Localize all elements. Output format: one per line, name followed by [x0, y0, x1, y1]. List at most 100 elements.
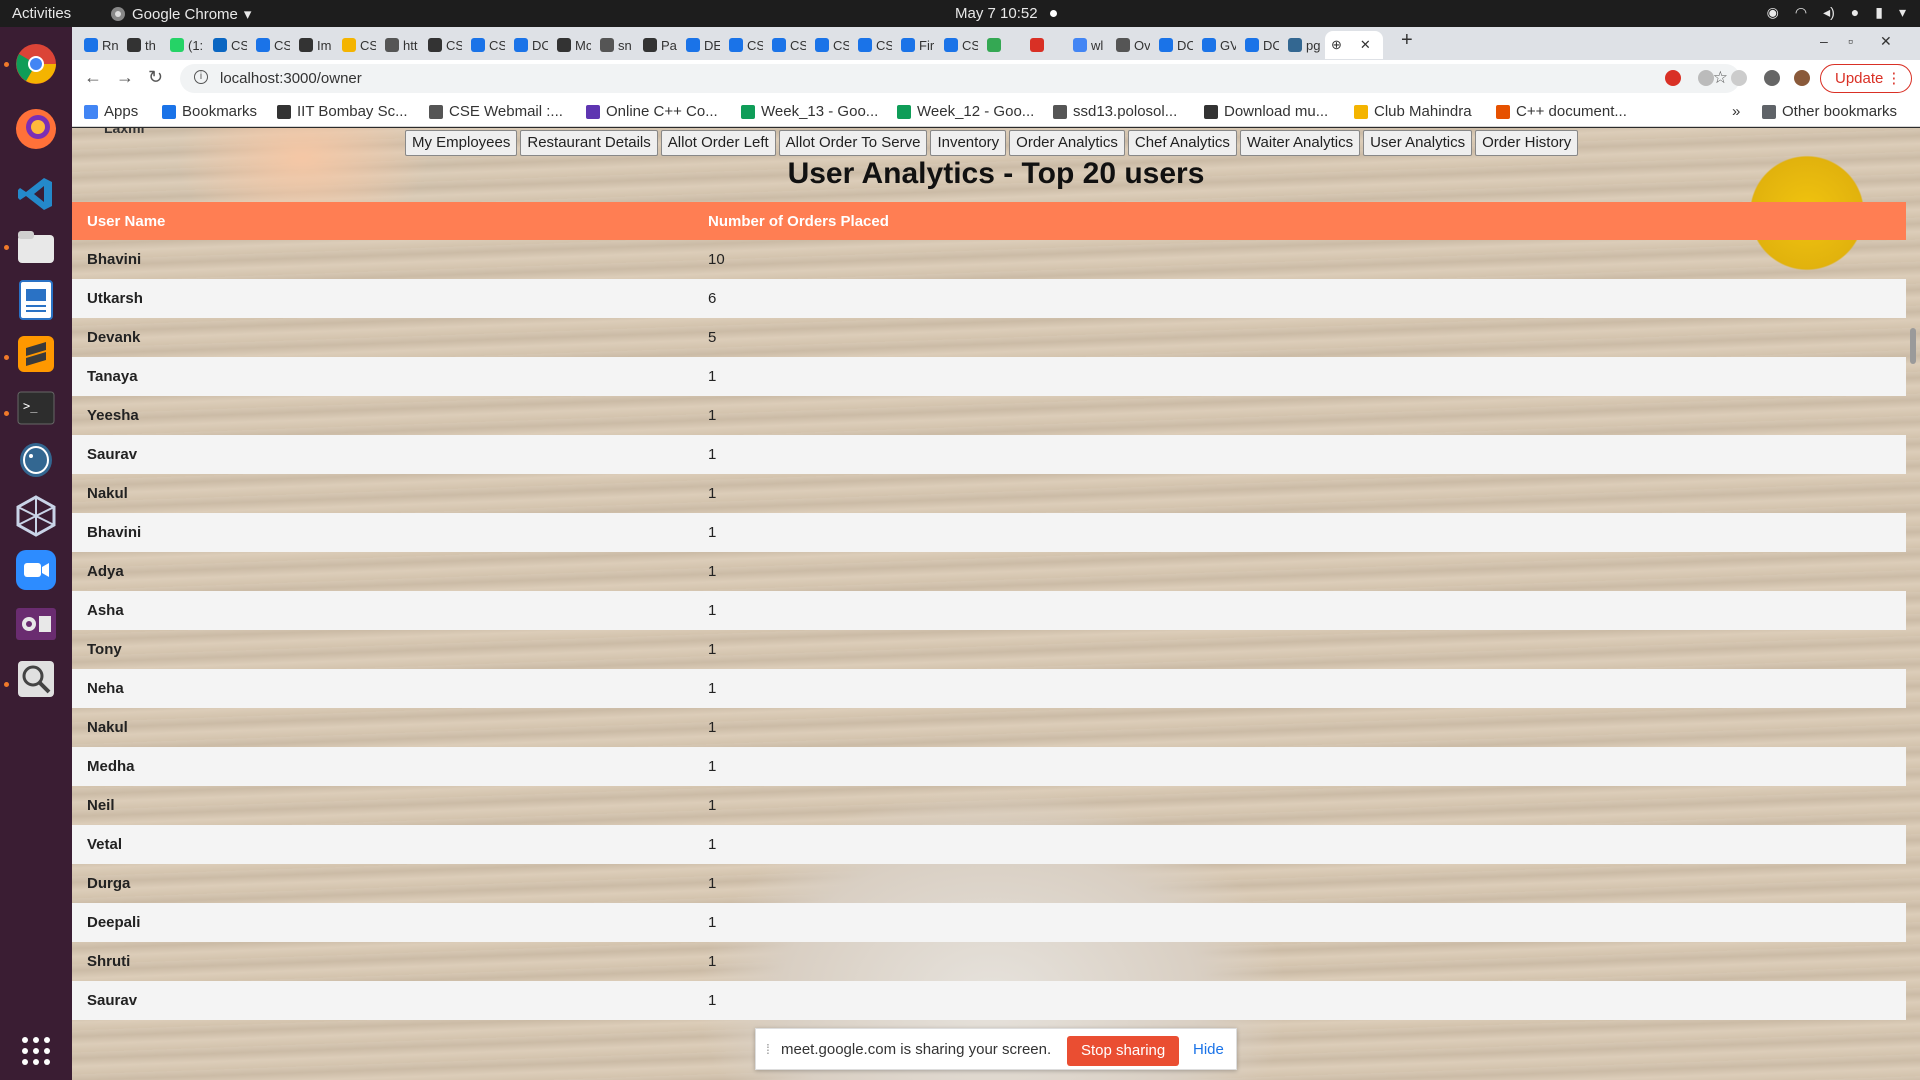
- forward-arrow-icon[interactable]: →: [116, 67, 134, 88]
- browser-tab[interactable]: th: [121, 31, 161, 59]
- reload-icon[interactable]: ↻: [148, 67, 163, 88]
- browser-tab[interactable]: Rn: [78, 31, 118, 59]
- nav-button-user-analytics[interactable]: User Analytics: [1363, 130, 1473, 156]
- bookmark-item[interactable]: Club Mahindra: [1354, 103, 1472, 120]
- browser-tab[interactable]: CS: [336, 31, 376, 59]
- bookmark-item[interactable]: Bookmarks: [162, 103, 257, 120]
- video-icon[interactable]: [12, 600, 60, 648]
- browser-tab[interactable]: CS: [250, 31, 290, 59]
- nav-button-order-analytics[interactable]: Order Analytics: [1009, 130, 1125, 156]
- browser-tab[interactable]: CS: [207, 31, 247, 59]
- postgres-icon[interactable]: [12, 438, 60, 486]
- user-name-cell: Nakul: [87, 485, 128, 502]
- browser-tab[interactable]: CS: [766, 31, 806, 59]
- clock[interactable]: May 7 10:52: [955, 5, 1038, 22]
- browser-tab[interactable]: GV: [1196, 31, 1236, 59]
- nav-button-allot-order-to-serve[interactable]: Allot Order To Serve: [778, 130, 928, 156]
- browser-tab[interactable]: DC: [1153, 31, 1193, 59]
- sublime-icon[interactable]: [12, 330, 60, 378]
- bookmark-item[interactable]: IIT Bombay Sc...: [277, 103, 408, 120]
- activities-button[interactable]: Activities: [12, 5, 71, 22]
- bookmark-item[interactable]: CSE Webmail :...: [429, 103, 563, 120]
- update-button[interactable]: Update ⋮: [1820, 64, 1913, 93]
- profile-avatar[interactable]: [1794, 70, 1810, 86]
- firefox-icon[interactable]: [12, 105, 60, 153]
- tab-label: CS: [446, 37, 462, 53]
- browser-tab[interactable]: CS: [809, 31, 849, 59]
- hide-button[interactable]: Hide: [1193, 1041, 1224, 1058]
- bookmark-item[interactable]: Download mu...: [1204, 103, 1328, 120]
- nav-button-allot-order-left[interactable]: Allot Order Left: [660, 130, 776, 156]
- order-count-cell: 10: [708, 251, 725, 268]
- system-tray[interactable]: ◉ ◠ ◂) ● ▮ ▾: [1767, 4, 1906, 21]
- bookmark-item[interactable]: Week_12 - Goo...: [897, 103, 1034, 120]
- files-icon[interactable]: [12, 223, 60, 271]
- browser-tab[interactable]: CS: [938, 31, 978, 59]
- browser-tab[interactable]: sn: [594, 31, 634, 59]
- browser-tab[interactable]: Im: [293, 31, 333, 59]
- bookmark-star-icon[interactable]: ☆: [1713, 68, 1728, 88]
- browser-tab[interactable]: CS: [723, 31, 763, 59]
- nav-button-order-history[interactable]: Order History: [1475, 130, 1579, 156]
- bookmark-label: IIT Bombay Sc...: [297, 103, 408, 120]
- nav-button-my-employees[interactable]: My Employees: [405, 130, 518, 156]
- nav-button-restaurant-details[interactable]: Restaurant Details: [520, 130, 658, 156]
- bookmark-item[interactable]: ssd13.polosol...: [1053, 103, 1177, 120]
- writer-icon[interactable]: [12, 276, 60, 324]
- browser-tab[interactable]: CS: [465, 31, 505, 59]
- url-text[interactable]: localhost:3000/owner: [220, 70, 362, 87]
- app-menu[interactable]: Google Chrome ▾: [110, 5, 251, 23]
- browser-tab[interactable]: Ov: [1110, 31, 1150, 59]
- show-applications-icon[interactable]: [12, 1027, 60, 1075]
- page-scrollbar[interactable]: [1906, 128, 1920, 1080]
- extension-mail-icon[interactable]: [1731, 70, 1747, 86]
- bookmark-item[interactable]: Apps: [84, 103, 138, 120]
- new-tab-button[interactable]: +: [1401, 29, 1413, 52]
- browser-tab[interactable]: DE: [680, 31, 720, 59]
- terminal-icon[interactable]: >_: [12, 384, 60, 432]
- browser-tab[interactable]: Fir: [895, 31, 935, 59]
- browser-tab[interactable]: DC: [1239, 31, 1279, 59]
- table-row: Neha 1: [72, 669, 1906, 708]
- browser-tab[interactable]: pg: [1282, 31, 1322, 59]
- bookmark-favicon-icon: [84, 104, 98, 119]
- chrome-icon[interactable]: [12, 40, 60, 88]
- stop-sharing-button[interactable]: Stop sharing: [1067, 1036, 1180, 1066]
- browser-tab[interactable]: DC: [508, 31, 548, 59]
- close-tab-icon[interactable]: ✕: [1360, 37, 1371, 53]
- back-arrow-icon[interactable]: ←: [84, 67, 102, 88]
- address-bar[interactable]: i localhost:3000/owner ☆: [180, 64, 1740, 93]
- adblock-icon[interactable]: [1665, 70, 1681, 86]
- search-icon[interactable]: [12, 655, 60, 703]
- nav-button-inventory[interactable]: Inventory: [930, 130, 1007, 156]
- virtualbox-icon[interactable]: [12, 492, 60, 540]
- browser-tab[interactable]: CS: [852, 31, 892, 59]
- minimize-icon[interactable]: –: [1820, 33, 1828, 49]
- scrollbar-thumb[interactable]: [1910, 328, 1916, 364]
- browser-tab[interactable]: [1024, 31, 1064, 59]
- nav-button-waiter-analytics[interactable]: Waiter Analytics: [1239, 130, 1361, 156]
- tab-favicon-icon: [944, 38, 958, 52]
- browser-tab[interactable]: Pa: [637, 31, 677, 59]
- zoom-icon[interactable]: [12, 546, 60, 594]
- vscode-icon[interactable]: [12, 170, 60, 218]
- maximize-icon[interactable]: ▫: [1848, 33, 1853, 49]
- extension-globe-icon[interactable]: [1698, 70, 1714, 86]
- bookmark-item[interactable]: C++ document...: [1496, 103, 1627, 120]
- browser-tab[interactable]: htt: [379, 31, 419, 59]
- extensions-puzzle-icon[interactable]: [1764, 70, 1780, 86]
- browser-tab[interactable]: CS: [422, 31, 462, 59]
- close-window-icon[interactable]: ✕: [1880, 33, 1892, 50]
- bookmark-item[interactable]: Online C++ Co...: [586, 103, 718, 120]
- bookmark-item[interactable]: Week_13 - Goo...: [741, 103, 878, 120]
- nav-button-chef-analytics[interactable]: Chef Analytics: [1127, 130, 1237, 156]
- site-info-icon[interactable]: i: [194, 70, 208, 84]
- bookmarks-overflow-button[interactable]: »: [1732, 103, 1740, 120]
- browser-tab[interactable]: [981, 31, 1021, 59]
- other-bookmarks-folder[interactable]: Other bookmarks: [1762, 103, 1897, 120]
- browser-tab[interactable]: Mc: [551, 31, 591, 59]
- active-tab[interactable]: ⊕ ✕: [1325, 31, 1383, 59]
- browser-tab[interactable]: (1:: [164, 31, 204, 59]
- browser-tab[interactable]: wl: [1067, 31, 1107, 59]
- drag-handle-icon[interactable]: ⁞: [766, 1041, 770, 1057]
